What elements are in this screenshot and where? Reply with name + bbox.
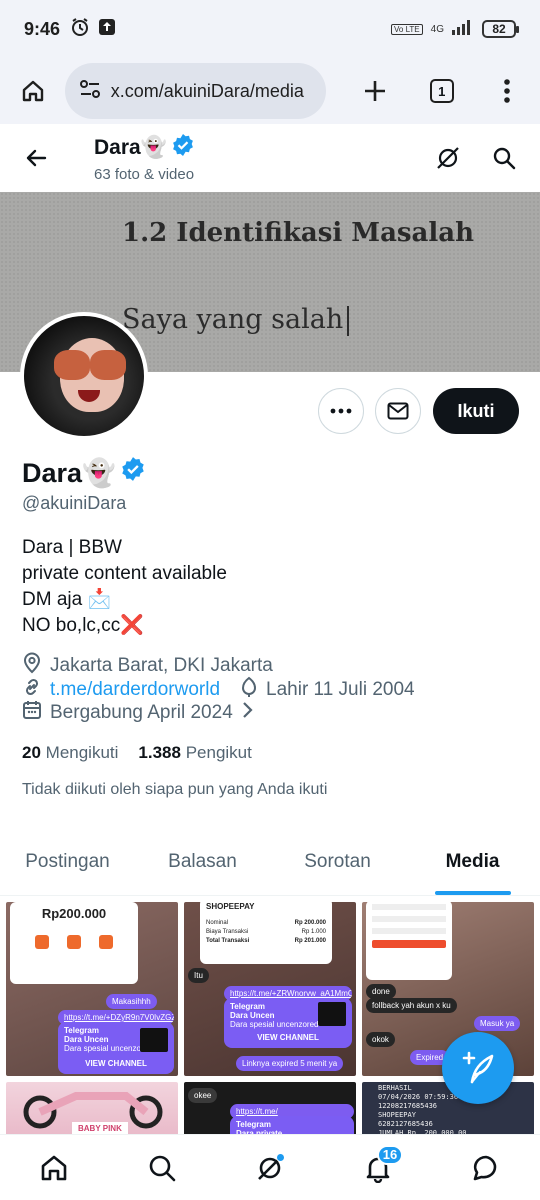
telegram-preview: Telegram Dara Uncen Dara spesial uncenzo… [224,998,352,1048]
display-name: Dara👻 [22,457,116,488]
followers-you-know-note: Tidak diikuti oleh siapa pun yang Anda i… [22,781,328,798]
media-grid: Rp200.000 Makasihhh https://t.me/+DZyR9n… [6,902,536,1142]
more-vert-icon[interactable] [487,71,526,111]
bio-line: DM aja 📩 [22,589,112,610]
profile-link[interactable]: t.me/darderdorworld [50,679,220,701]
chat-bubble: okok [366,1032,395,1047]
address-bar[interactable]: x.com/akuiniDara/media [64,63,326,119]
upload-icon [98,18,116,41]
media-item[interactable]: okee https://t.me/ Telegram Dara private [184,1082,356,1142]
bio-line: Dara | BBW [22,537,122,558]
battery-icon: 82 [482,20,519,38]
volte-icon: Vo LTE [391,23,423,35]
site-settings-icon[interactable] [79,79,101,104]
user-handle: @akuiniDara [22,493,127,513]
tab-media[interactable]: Media [405,828,540,895]
joined-row[interactable]: Bergabung April 2024 [22,700,253,726]
media-item[interactable]: SHOPEEPAY Nominal Rp 200.000 Biaya Transa… [184,902,356,1076]
birthday-text: Lahir 11 Juli 2004 [266,679,415,700]
tab-count: 1 [429,79,454,103]
status-bar: 9:46 Vo LTE 4G 82 [0,0,540,58]
back-arrow-icon[interactable] [16,138,56,178]
browser-toolbar: x.com/akuiniDara/media 1 [0,58,540,124]
chat-bubble-icon [473,1155,497,1180]
media-item[interactable]: BABY PINK [6,1082,178,1142]
calendar-icon [22,700,42,726]
chat-bubble: Makasihhh [106,994,157,1009]
grok-icon[interactable] [428,138,468,178]
chat-bubble: okee [188,1088,218,1103]
bio: Dara | BBW private content available DM … [22,535,227,639]
location-text: Jakarta Barat, DKI Jakarta [50,655,273,676]
status-time: 9:46 [24,18,61,39]
media-item[interactable]: Rp200.000 Makasihhh https://t.me/+DZyR9n… [6,902,178,1076]
bio-line: private content available [22,563,227,584]
banner-text-line1: 1.2 Identifikasi Masalah [122,218,475,248]
media-count: 63 foto & video [94,166,195,183]
follow-counts: 20 Mengikuti 1.388 Pengikut [22,743,252,763]
bio-line: NO bo,lc,cc❌ [22,615,144,636]
chat-bubble: Masuk ya [474,1016,521,1031]
chat-bubble: Linknya expired 5 menit ya [236,1056,344,1071]
receipt-card: SHOPEEPAY Nominal Rp 200.000 Biaya Transa… [200,902,332,964]
verified-badge-icon [171,133,195,163]
message-button[interactable] [375,388,421,434]
profile-tabs: Postingan Balasan Sorotan Media [0,828,540,896]
url-text: x.com/akuiniDara/media [110,80,304,101]
search-icon[interactable] [484,138,524,178]
alarm-icon [70,17,90,42]
verified-badge-icon[interactable] [120,456,146,489]
follow-button[interactable]: Ikuti [433,388,519,434]
banner-text-line2: Saya yang salah [122,304,349,336]
telegram-preview: Telegram Dara Uncen Dara spesial uncenzo… [58,1022,174,1074]
payment-card: Rp200.000 [10,902,138,984]
nav-grok[interactable] [243,1141,297,1195]
chat-bubble: Itu [188,968,209,983]
home-icon [41,1155,67,1180]
media-item[interactable]: BERHASIL 07/04/2026 07:59:36 12208217685… [362,1082,534,1142]
more-horiz-icon [330,408,352,414]
chat-bubble: done [366,984,396,999]
following-link[interactable]: 20 Mengikuti [22,743,118,763]
joined-text: Bergabung April 2024 [50,702,233,723]
tab-replies[interactable]: Balasan [135,828,270,895]
nav-home[interactable] [27,1141,81,1195]
nav-search[interactable] [135,1141,189,1195]
compose-post-button[interactable] [442,1032,514,1104]
tab-posts[interactable]: Postingan [0,828,135,895]
chat-bubble: follback yah akun x ku [366,998,457,1013]
nav-notifications[interactable]: 16 [351,1141,405,1195]
tab-highlights[interactable]: Sorotan [270,828,405,895]
new-tab-icon[interactable] [356,71,395,111]
new-indicator-dot [276,1152,285,1162]
transfer-card [366,902,452,980]
header-name: Dara👻 [94,136,167,159]
bottom-navigation: 16 [0,1134,540,1200]
feather-plus-icon [462,1051,494,1084]
more-options-button[interactable] [318,388,364,434]
avatar[interactable] [20,312,148,440]
tab-switcher-button[interactable]: 1 [422,71,461,111]
chevron-right-icon [241,701,253,725]
search-icon [149,1155,176,1181]
network-type: 4G [430,23,444,35]
profile-header: Dara👻 63 foto & video [0,124,540,192]
nav-messages[interactable] [459,1141,513,1195]
notification-count-badge: 16 [377,1144,403,1165]
home-icon[interactable] [14,71,53,111]
followers-link[interactable]: 1.388 Pengikut [138,743,251,763]
mail-icon [387,402,409,420]
signal-icon [452,19,474,40]
